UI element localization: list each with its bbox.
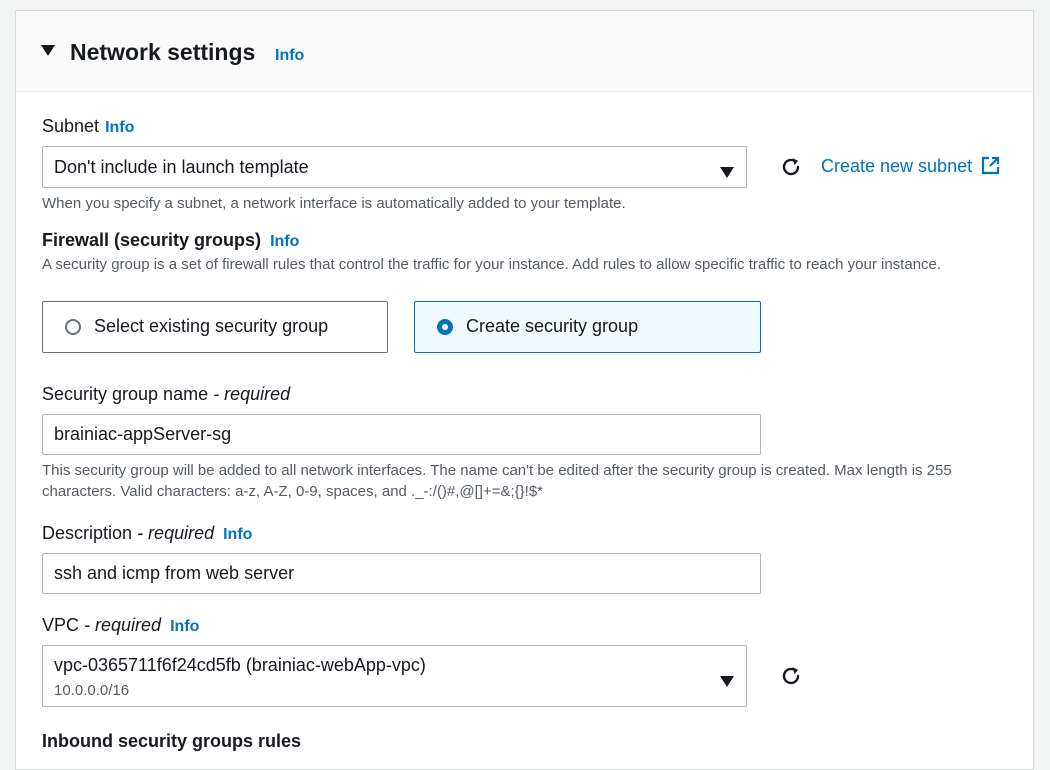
- firewall-description: A security group is a set of firewall ru…: [42, 256, 942, 273]
- radio-selected-icon: [437, 319, 453, 335]
- subnet-hint: When you specify a subnet, a network int…: [42, 195, 626, 212]
- external-link-icon: [981, 156, 1000, 180]
- description-label: Description: [42, 523, 133, 543]
- subnet-select[interactable]: Don't include in launch template: [42, 146, 747, 188]
- radio-select-existing-sg[interactable]: Select existing security group: [42, 301, 388, 353]
- description-label-row: Description - required Info: [42, 523, 252, 544]
- chevron-down-icon: [720, 162, 734, 178]
- collapse-caret-icon[interactable]: [41, 45, 55, 57]
- radio-create-sg[interactable]: Create security group: [414, 301, 761, 353]
- subnet-info-link[interactable]: Info: [105, 119, 134, 136]
- sg-name-hint: This security group will be added to all…: [42, 462, 952, 500]
- subnet-select-value: Don't include in launch template: [54, 157, 309, 177]
- chevron-down-icon: [720, 671, 734, 687]
- vpc-cidr: 10.0.0.0/16: [54, 682, 130, 699]
- refresh-icon[interactable]: [779, 155, 803, 179]
- sg-name-required: - required: [213, 384, 291, 404]
- vpc-required: - required: [84, 615, 162, 635]
- radio-icon: [65, 319, 81, 335]
- refresh-icon[interactable]: [779, 664, 803, 688]
- sg-name-label: Security group name: [42, 384, 209, 404]
- radio-label-create: Create security group: [466, 316, 639, 336]
- firewall-info-link[interactable]: Info: [270, 233, 299, 250]
- vpc-label-row: VPC - required Info: [42, 615, 199, 636]
- vpc-label: VPC: [42, 615, 80, 635]
- vpc-select[interactable]: vpc-0365711f6f24cd5fb (brainiac-webApp-v…: [42, 645, 747, 707]
- sg-name-label-row: Security group name - required: [42, 384, 290, 405]
- sg-name-input[interactable]: brainiac-appServer-sg: [42, 414, 761, 455]
- firewall-label: Firewall (security groups): [42, 230, 262, 250]
- description-info-link[interactable]: Info: [223, 526, 252, 543]
- vpc-select-value: vpc-0365711f6f24cd5fb (brainiac-webApp-v…: [54, 655, 426, 675]
- create-new-subnet-label: Create new subnet: [821, 156, 973, 176]
- vpc-info-link[interactable]: Info: [170, 618, 199, 635]
- subnet-label: Subnet: [42, 116, 100, 136]
- inbound-rules-heading: Inbound security groups rules: [42, 731, 302, 751]
- section-title: Network settings: [70, 39, 256, 65]
- description-input[interactable]: ssh and icmp from web server: [42, 553, 761, 594]
- panel-header: Network settings Info: [16, 11, 1033, 92]
- section-info-link[interactable]: Info: [275, 47, 304, 65]
- firewall-label-row: Firewall (security groups) Info: [42, 230, 299, 251]
- description-required: - required: [137, 523, 215, 543]
- subnet-label-row: Subnet Info: [42, 116, 134, 137]
- radio-label-existing: Select existing security group: [94, 316, 329, 336]
- create-new-subnet-link[interactable]: Create new subnet: [821, 156, 1000, 180]
